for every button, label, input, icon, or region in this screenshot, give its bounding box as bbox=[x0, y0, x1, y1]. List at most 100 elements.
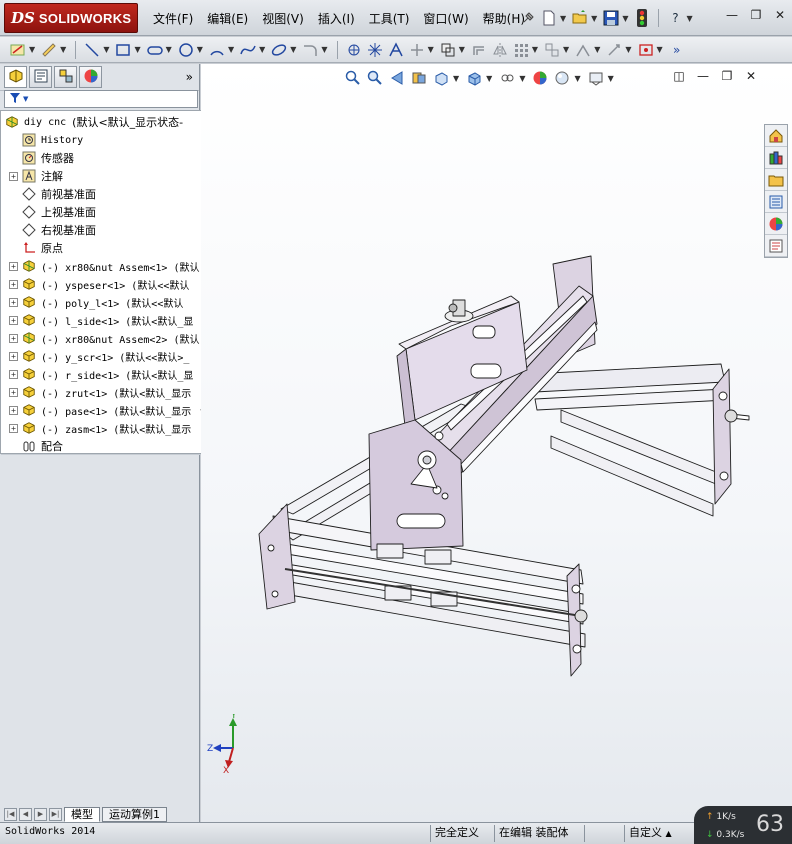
appearances-icon[interactable] bbox=[765, 213, 787, 235]
more-tabs-icon[interactable]: » bbox=[186, 70, 193, 84]
menu-insert[interactable]: 插入(I) bbox=[311, 10, 362, 27]
ellipse-icon[interactable] bbox=[269, 40, 289, 60]
chevron-down-icon[interactable]: ▼ bbox=[259, 45, 265, 54]
smart-dimension-icon[interactable] bbox=[39, 40, 59, 60]
chevron-down-icon[interactable]: ▼ bbox=[134, 45, 140, 54]
chevron-down-icon[interactable]: ▼ bbox=[625, 45, 631, 54]
chevron-down-icon[interactable]: ▼ bbox=[657, 45, 663, 54]
file-explorer-icon[interactable] bbox=[765, 169, 787, 191]
tree-root[interactable]: diy cnc (默认<默认_显示状态- bbox=[1, 113, 207, 131]
viewport-close-button[interactable]: ✕ bbox=[743, 68, 759, 84]
chevron-down-icon[interactable]: ▼ bbox=[686, 14, 692, 23]
last-tab-icon[interactable]: ▶| bbox=[49, 807, 62, 821]
tree-item[interactable]: + (-) poly_l<1> (默认<<默认 bbox=[1, 293, 207, 311]
expand-icon[interactable]: + bbox=[9, 351, 18, 361]
menu-window[interactable]: 窗口(W) bbox=[416, 10, 475, 27]
chevron-down-icon[interactable]: ▼ bbox=[560, 14, 566, 23]
linear-pattern-icon[interactable] bbox=[511, 40, 531, 60]
chevron-down-icon[interactable]: ▼ bbox=[608, 74, 614, 83]
expand-icon[interactable]: + bbox=[9, 297, 18, 307]
menu-edit[interactable]: 编辑(E) bbox=[200, 10, 255, 27]
split-view-icon[interactable]: ◫ bbox=[671, 68, 687, 84]
viewport-minimize-button[interactable]: — bbox=[695, 68, 711, 84]
chevron-down-icon[interactable]: ▼ bbox=[519, 74, 525, 83]
first-tab-icon[interactable]: |◀ bbox=[4, 807, 17, 821]
tree-item[interactable]: 上视基准面 bbox=[1, 203, 207, 221]
chevron-down-icon[interactable]: ▼ bbox=[197, 45, 203, 54]
expand-icon[interactable]: + bbox=[9, 369, 18, 379]
tree-item[interactable]: 传感器 bbox=[1, 149, 207, 167]
tree-item[interactable]: + (-) pase<1> (默认<默认_显示 bbox=[1, 401, 207, 419]
chevron-down-icon[interactable]: ▼ bbox=[591, 14, 597, 23]
propertymanager-tab[interactable] bbox=[29, 66, 52, 88]
expand-icon[interactable]: + bbox=[9, 315, 18, 325]
tree-filter[interactable]: ▼ bbox=[4, 90, 198, 108]
slot-icon[interactable] bbox=[145, 40, 165, 60]
help-icon[interactable]: ? bbox=[665, 8, 685, 28]
design-library-icon[interactable] bbox=[765, 147, 787, 169]
chevron-down-icon[interactable]: ▼ bbox=[486, 74, 492, 83]
status-units-dropdown[interactable]: 自定义 ▲ bbox=[624, 825, 672, 842]
network-speed-widget[interactable]: ↑ 1K/s ↓ 0.3K/s 63 bbox=[694, 806, 792, 844]
convert-entities-icon[interactable] bbox=[438, 40, 458, 60]
circle-icon[interactable] bbox=[176, 40, 196, 60]
section-view-icon[interactable] bbox=[409, 68, 429, 88]
chevron-down-icon[interactable]: ▼ bbox=[29, 45, 35, 54]
save-icon[interactable] bbox=[601, 8, 621, 28]
display-style-icon[interactable] bbox=[464, 68, 484, 88]
chevron-down-icon[interactable]: ▼ bbox=[532, 45, 538, 54]
close-button[interactable]: ✕ bbox=[772, 7, 788, 23]
chevron-down-icon[interactable]: ▼ bbox=[428, 45, 434, 54]
tree-item[interactable]: + (-) zrut<1> (默认<默认_显示 bbox=[1, 383, 207, 401]
new-document-icon[interactable] bbox=[539, 8, 559, 28]
tree-item[interactable]: History bbox=[1, 131, 207, 149]
rectangle-icon[interactable] bbox=[113, 40, 133, 60]
expand-icon[interactable]: + bbox=[9, 333, 18, 343]
tree-item[interactable]: 原点 bbox=[1, 239, 207, 257]
expand-icon[interactable]: + bbox=[9, 423, 18, 433]
point-icon[interactable] bbox=[365, 40, 385, 60]
chevron-down-icon[interactable]: ▼ bbox=[594, 45, 600, 54]
tab-motion-study[interactable]: 运动算例1 bbox=[102, 806, 167, 822]
chevron-down-icon[interactable]: ▼ bbox=[563, 45, 569, 54]
view-orientation-icon[interactable] bbox=[431, 68, 451, 88]
quick-snaps-icon[interactable] bbox=[636, 40, 656, 60]
text-icon[interactable] bbox=[386, 40, 406, 60]
display-relations-icon[interactable] bbox=[573, 40, 593, 60]
chevron-down-icon[interactable]: ▼ bbox=[459, 45, 465, 54]
expand-icon[interactable]: + bbox=[9, 405, 18, 415]
prev-tab-icon[interactable]: ◀ bbox=[19, 807, 32, 821]
tree-item[interactable]: 配合 bbox=[1, 437, 207, 455]
move-entities-icon[interactable] bbox=[542, 40, 562, 60]
tree-item[interactable]: + (-) yspeser<1> (默认<<默认 bbox=[1, 275, 207, 293]
chevron-down-icon[interactable]: ▼ bbox=[453, 74, 459, 83]
solidworks-logo[interactable]: DS SOLIDWORKS bbox=[4, 3, 138, 33]
chevron-down-icon[interactable]: ▼ bbox=[622, 14, 628, 23]
fillet-icon[interactable] bbox=[300, 40, 320, 60]
tree-item[interactable]: + (-) xr80&nut Assem<1> (默认 bbox=[1, 257, 207, 275]
chevron-down-icon[interactable]: ▼ bbox=[23, 95, 28, 103]
minimize-button[interactable]: — bbox=[724, 7, 740, 23]
expand-icon[interactable]: + bbox=[9, 279, 18, 289]
restore-button[interactable]: ❐ bbox=[748, 7, 764, 23]
tab-model[interactable]: 模型 bbox=[64, 806, 100, 822]
next-tab-icon[interactable]: ▶ bbox=[34, 807, 47, 821]
expand-icon[interactable]: + bbox=[9, 387, 18, 397]
zoom-to-area-icon[interactable] bbox=[365, 68, 385, 88]
chevron-down-icon[interactable]: ▼ bbox=[290, 45, 296, 54]
pin-icon[interactable] bbox=[518, 8, 538, 28]
tree-item[interactable]: 前视基准面 bbox=[1, 185, 207, 203]
solidworks-resources-icon[interactable] bbox=[765, 125, 787, 147]
featuremanager-tab[interactable] bbox=[4, 66, 27, 88]
chevron-down-icon[interactable]: ▼ bbox=[60, 45, 66, 54]
menu-view[interactable]: 视图(V) bbox=[255, 10, 311, 27]
toolbar-more-icon[interactable]: » bbox=[667, 40, 687, 60]
chevron-down-icon[interactable]: ▼ bbox=[228, 45, 234, 54]
repair-sketch-icon[interactable] bbox=[604, 40, 624, 60]
menu-tools[interactable]: 工具(T) bbox=[362, 10, 417, 27]
configurationmanager-tab[interactable] bbox=[54, 66, 77, 88]
cnc-assembly-model[interactable] bbox=[201, 64, 792, 822]
hide-show-items-icon[interactable] bbox=[497, 68, 517, 88]
menu-file[interactable]: 文件(F) bbox=[146, 10, 200, 27]
traffic-light-icon[interactable] bbox=[632, 8, 652, 28]
